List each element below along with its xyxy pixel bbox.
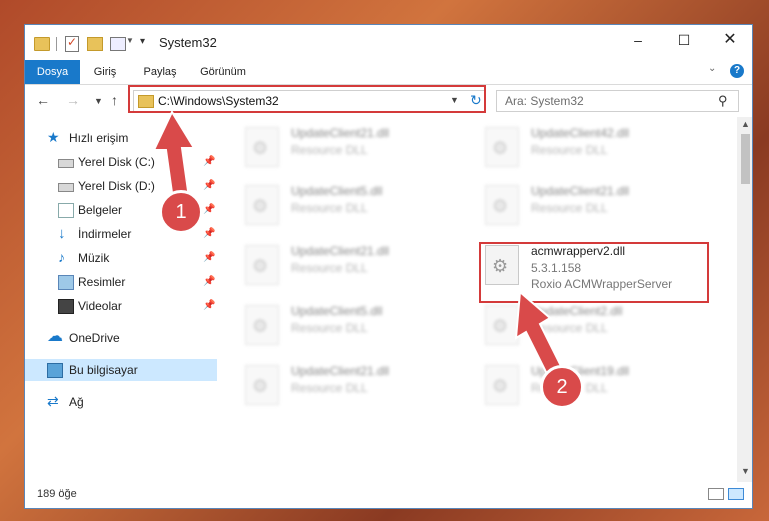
network-icon: ⇄: [47, 393, 59, 409]
videos-icon: [58, 299, 74, 314]
search-input[interactable]: Ara: System32 ⚲: [496, 90, 739, 112]
scroll-down-icon[interactable]: ▼: [741, 466, 750, 476]
pin-icon[interactable]: 📌: [203, 295, 215, 317]
documents-icon: [58, 203, 74, 218]
maximize-button[interactable]: ☐: [661, 25, 707, 55]
sidebar-item-local-disk-c[interactable]: Yerel Disk (C:) 📌: [25, 151, 217, 173]
file-item[interactable]: UpdateClient21.dll Resource DLL: [461, 179, 681, 231]
dll-file-icon: [485, 127, 519, 167]
pin-icon[interactable]: 📌: [203, 151, 215, 173]
dll-file-icon: [485, 305, 519, 345]
dll-file-icon: [245, 127, 279, 167]
back-arrow-icon[interactable]: ←: [36, 92, 50, 108]
view-options-icon[interactable]: [110, 37, 126, 51]
details-view-icon[interactable]: [708, 488, 724, 500]
tab-home[interactable]: Giriş: [83, 60, 127, 84]
step-2-badge: 2: [540, 365, 584, 409]
scroll-up-icon[interactable]: ▲: [741, 119, 750, 129]
vertical-scrollbar[interactable]: ▲ ▼: [737, 117, 752, 482]
file-item[interactable]: UpdateClient5.dll Resource DLL: [221, 179, 441, 231]
download-icon: ↓: [58, 225, 66, 242]
properties-check-icon[interactable]: [65, 35, 79, 52]
dll-file-icon: [485, 185, 519, 225]
computer-icon: [47, 363, 63, 378]
title-bar: ▼ ▾ System32 – ☐ ✕: [25, 25, 752, 62]
search-placeholder: Ara: System32: [505, 94, 584, 108]
file-item[interactable]: UpdateClient21.dll Resource DLL: [221, 121, 441, 173]
tab-file[interactable]: Dosya: [25, 60, 80, 84]
sidebar-item-pictures[interactable]: Resimler 📌: [25, 271, 217, 293]
sidebar-item-videos[interactable]: Videolar 📌: [25, 295, 217, 317]
expand-ribbon-icon[interactable]: ⌄: [708, 63, 716, 74]
separator: [56, 37, 57, 51]
tab-share[interactable]: Paylaş: [135, 60, 185, 84]
sidebar-item-quick-access[interactable]: ★ Hızlı erişim: [25, 127, 217, 149]
new-folder-icon[interactable]: [87, 37, 103, 51]
scroll-thumb[interactable]: [741, 134, 750, 184]
file-item[interactable]: UpdateClient2.dll Resource DLL: [461, 299, 681, 351]
star-icon: ★: [47, 129, 60, 145]
pictures-icon: [58, 275, 74, 290]
dll-file-icon: [245, 185, 279, 225]
chevron-down-icon[interactable]: ▼: [126, 36, 134, 52]
folder-icon[interactable]: [34, 37, 50, 51]
step-1-badge: 1: [159, 190, 203, 234]
customize-toolbar-icon[interactable]: ▾: [140, 36, 145, 52]
dll-file-icon: [245, 365, 279, 405]
recent-locations-chevron-icon[interactable]: ▼: [94, 96, 103, 106]
drive-icon: [58, 183, 74, 192]
window-title: System32: [159, 35, 217, 50]
sidebar-item-onedrive[interactable]: ☁ OneDrive: [25, 327, 217, 349]
tiles-view-icon[interactable]: [728, 488, 744, 500]
forward-arrow-icon[interactable]: →: [66, 92, 80, 108]
sidebar-item-this-pc[interactable]: Bu bilgisayar: [25, 359, 217, 381]
up-arrow-icon[interactable]: ↑: [111, 92, 118, 108]
help-icon[interactable]: ?: [730, 64, 744, 78]
sidebar-item-network[interactable]: ⇄ Ağ: [25, 391, 217, 413]
pin-icon[interactable]: 📌: [203, 223, 215, 245]
pin-icon[interactable]: 📌: [203, 247, 215, 269]
status-bar: 189 öğe: [25, 482, 752, 508]
file-item[interactable]: UpdateClient5.dll Resource DLL: [221, 299, 441, 351]
pin-icon[interactable]: 📌: [203, 175, 215, 197]
file-item[interactable]: UpdateClient21.dll Resource DLL: [221, 359, 441, 411]
ribbon-tabs: Dosya Giriş Paylaş Görünüm ⌄ ?: [25, 60, 752, 85]
music-icon: ♪: [58, 249, 65, 265]
dll-file-icon: [245, 305, 279, 345]
pin-icon[interactable]: 📌: [203, 271, 215, 293]
dll-file-icon: [245, 245, 279, 285]
file-item[interactable]: UpdateClient21.dll Resource DLL: [221, 239, 441, 291]
close-button[interactable]: ✕: [707, 25, 752, 55]
dll-file-icon: [485, 365, 519, 405]
cloud-icon: ☁: [47, 328, 63, 345]
item-count: 189 öğe: [37, 488, 77, 500]
sidebar-item-music[interactable]: ♪ Müzik 📌: [25, 247, 217, 269]
minimize-button[interactable]: –: [615, 25, 661, 55]
navigation-pane: ★ Hızlı erişim Yerel Disk (C:) 📌 Yerel D…: [25, 117, 217, 482]
address-bar-highlight: [128, 85, 486, 113]
search-icon[interactable]: ⚲: [718, 93, 728, 109]
pin-icon[interactable]: 📌: [203, 199, 215, 221]
tab-view[interactable]: Görünüm: [193, 60, 253, 84]
file-item[interactable]: UpdateClient42.dll Resource DLL: [461, 121, 681, 173]
drive-icon: [58, 159, 74, 168]
file-highlight: [479, 242, 709, 303]
